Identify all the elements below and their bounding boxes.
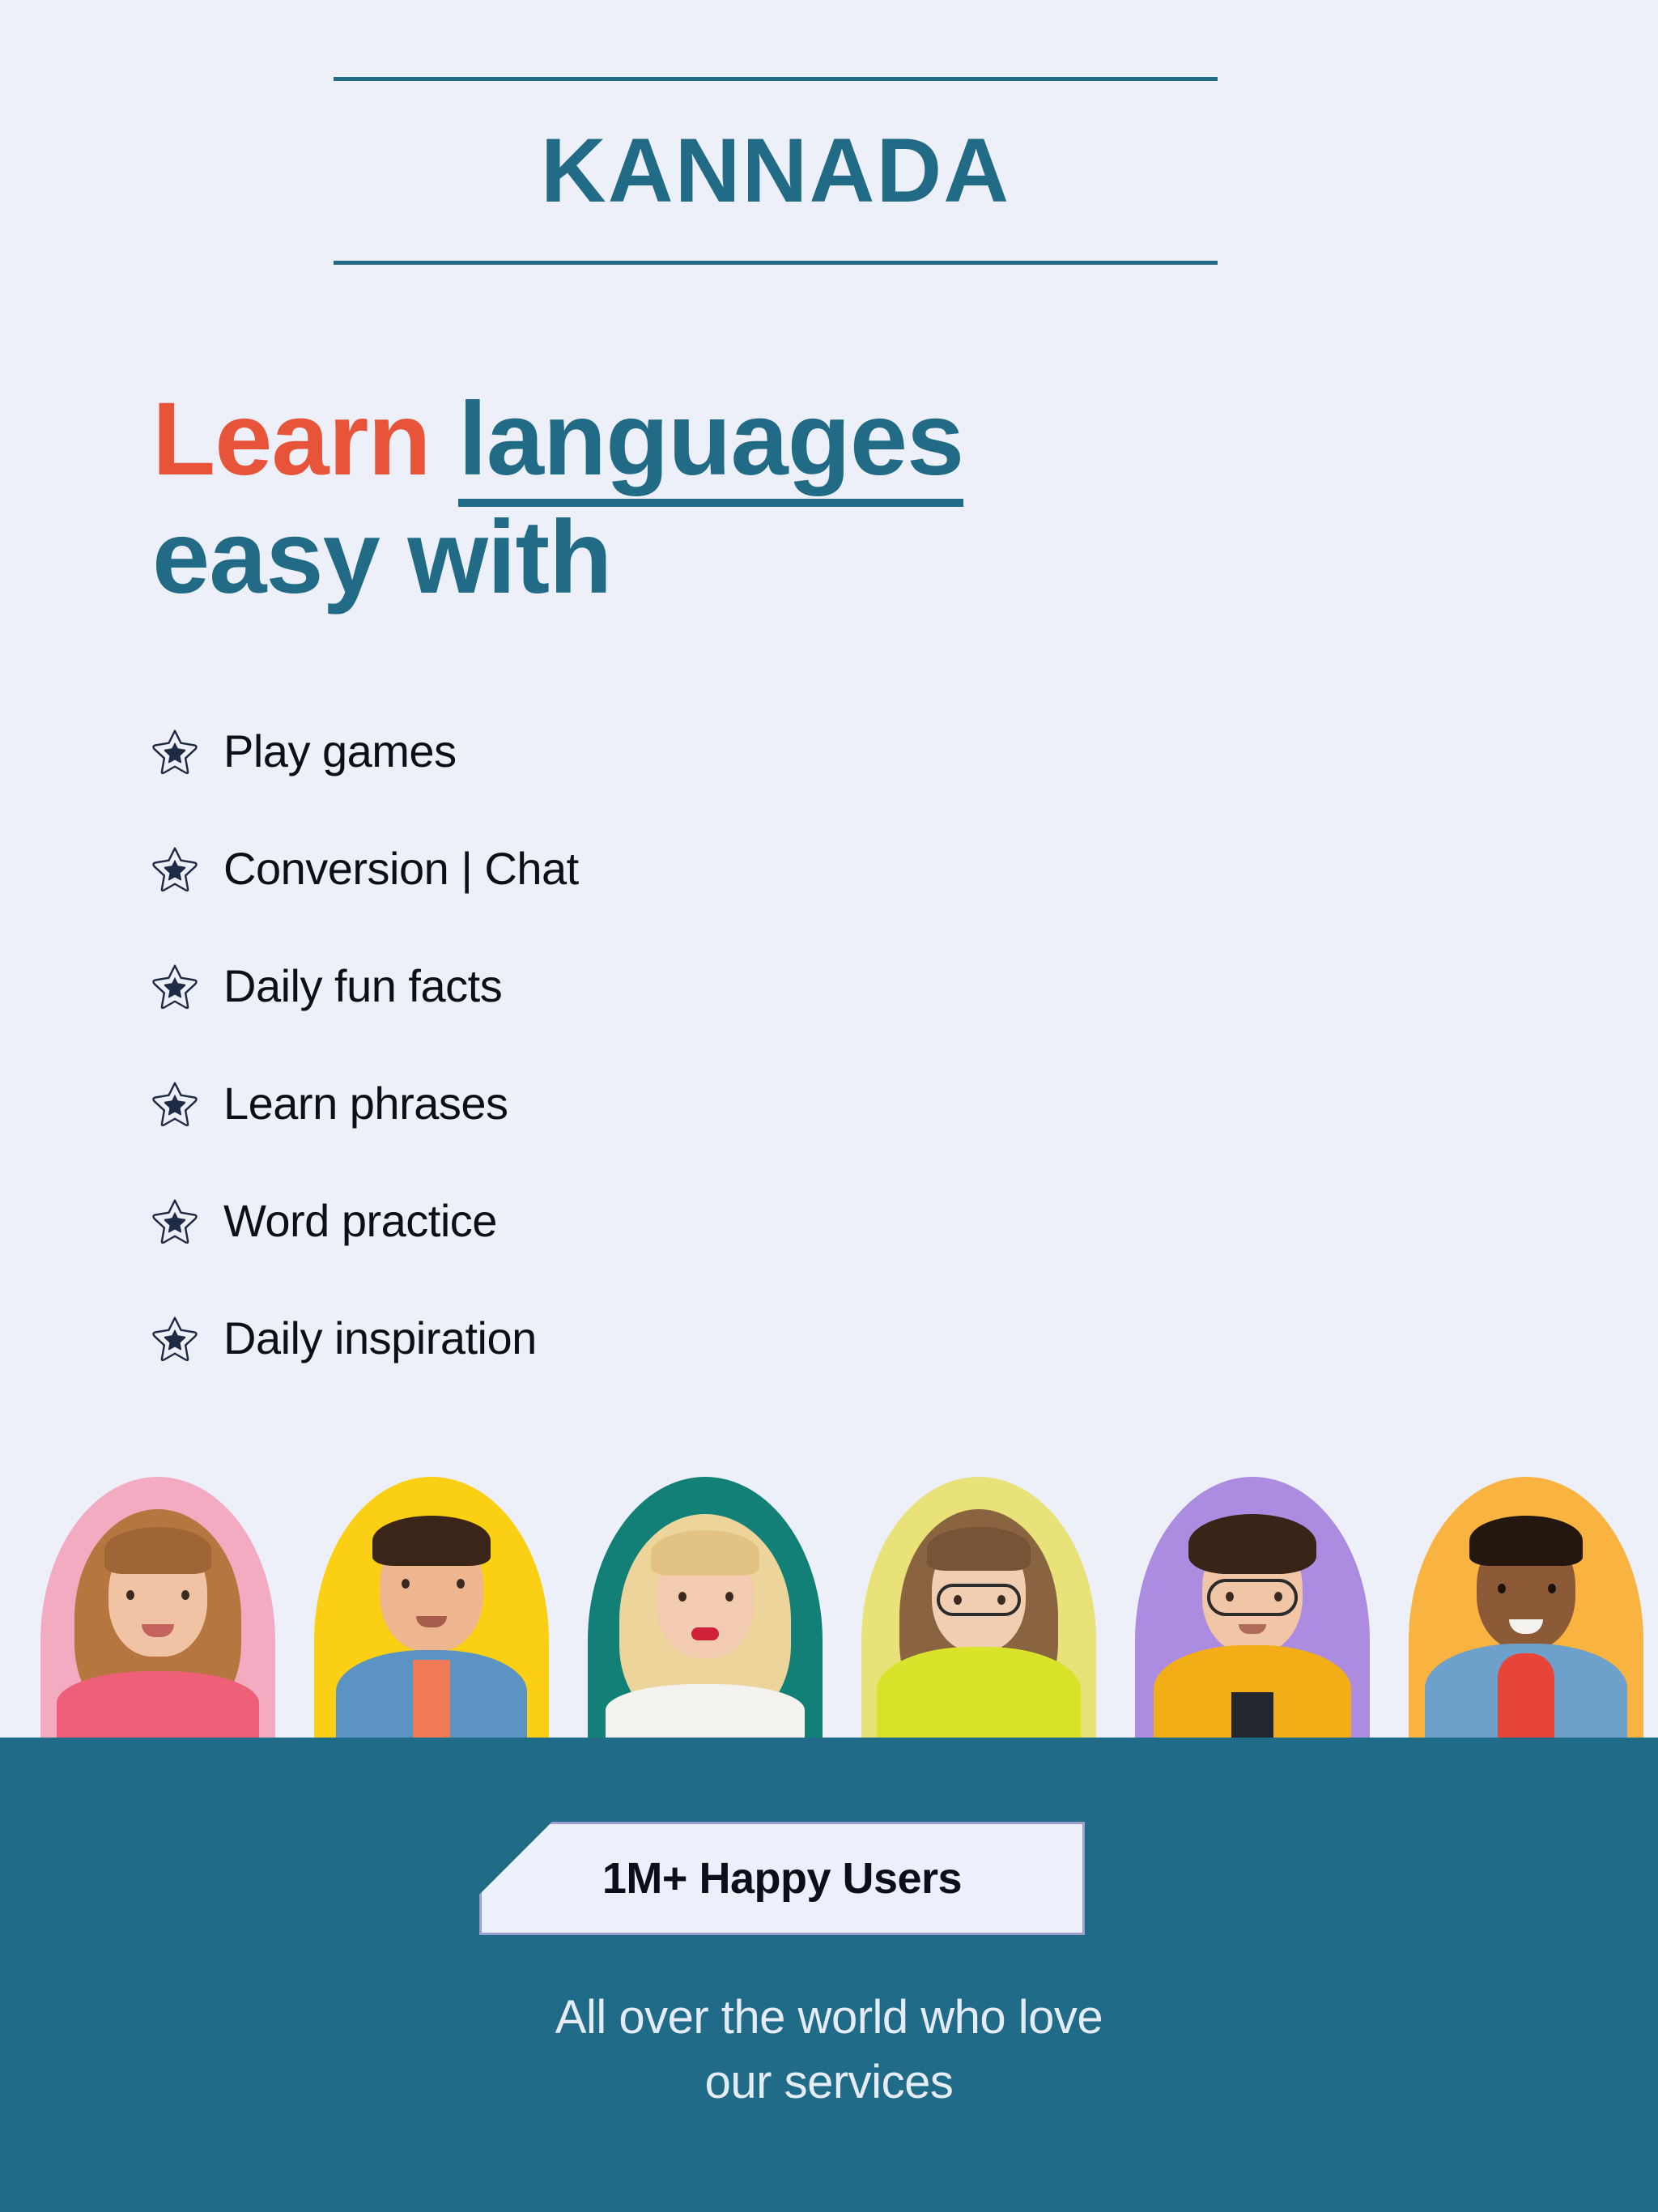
avatar-strip [0, 1474, 1658, 1741]
list-item[interactable]: Conversion | Chat [151, 810, 1122, 927]
list-item[interactable]: Play games [151, 692, 1122, 810]
star-icon [151, 1314, 199, 1363]
bottom-banner [0, 1738, 1658, 2212]
headline-line-1: Learn languages [152, 381, 1367, 507]
list-item-label: Learn phrases [223, 1077, 508, 1129]
poster-root: KANNADA Learn languages easy with Play g… [0, 0, 1658, 2212]
avatar-figure [1135, 1477, 1370, 1741]
avatar-woman-glasses-yellow-hoodie [861, 1477, 1096, 1741]
headline-word-learn: Learn [152, 381, 432, 497]
star-icon [151, 962, 199, 1010]
avatar-figure [588, 1477, 823, 1741]
avatar-teen-glasses-yellow-hoodie [1135, 1477, 1370, 1741]
avatar-woman-curly-hair [40, 1477, 275, 1741]
horizontal-rule-bottom-icon [334, 261, 1218, 265]
banner-tagline-line-1: All over the world who love [555, 1991, 1103, 2044]
headline: Learn languages easy with [152, 381, 1367, 617]
avatar-woman-blonde-thinking [588, 1477, 823, 1741]
star-icon [151, 1197, 199, 1245]
star-icon [151, 727, 199, 776]
list-item-label: Word practice [223, 1194, 497, 1246]
status-badge-label: 1M+ Happy Users [602, 1854, 963, 1903]
feature-list: Play games Conversion | Chat Daily fun f… [151, 692, 1122, 1397]
list-item[interactable]: Learn phrases [151, 1044, 1122, 1162]
star-icon [151, 1079, 199, 1128]
status-badge: 1M+ Happy Users [479, 1822, 1085, 1935]
avatar-figure [861, 1477, 1096, 1741]
headline-word-languages: languages [458, 381, 964, 507]
list-item-label: Daily inspiration [223, 1312, 537, 1363]
list-item[interactable]: Daily inspiration [151, 1279, 1122, 1397]
page-title-wrap: KANNADA [334, 81, 1218, 261]
avatar-man-denim-shirt [314, 1477, 549, 1741]
list-item-label: Conversion | Chat [223, 842, 579, 894]
list-item-label: Daily fun facts [223, 959, 503, 1011]
headline-line-2: easy with [152, 499, 612, 615]
list-item-label: Play games [223, 725, 457, 776]
title-block: KANNADA [334, 77, 1218, 265]
banner-tagline: All over the world who love our services [0, 1985, 1658, 2115]
avatar-figure [1409, 1477, 1643, 1741]
star-icon [151, 844, 199, 893]
avatar-figure [40, 1477, 275, 1741]
page-title: KANNADA [540, 120, 1011, 221]
list-item[interactable]: Daily fun facts [151, 927, 1122, 1044]
avatar-man-thumbs-up-denim [1409, 1477, 1643, 1741]
banner-tagline-line-2: our services [704, 2056, 954, 2109]
avatar-figure [314, 1477, 549, 1741]
list-item[interactable]: Word practice [151, 1162, 1122, 1279]
